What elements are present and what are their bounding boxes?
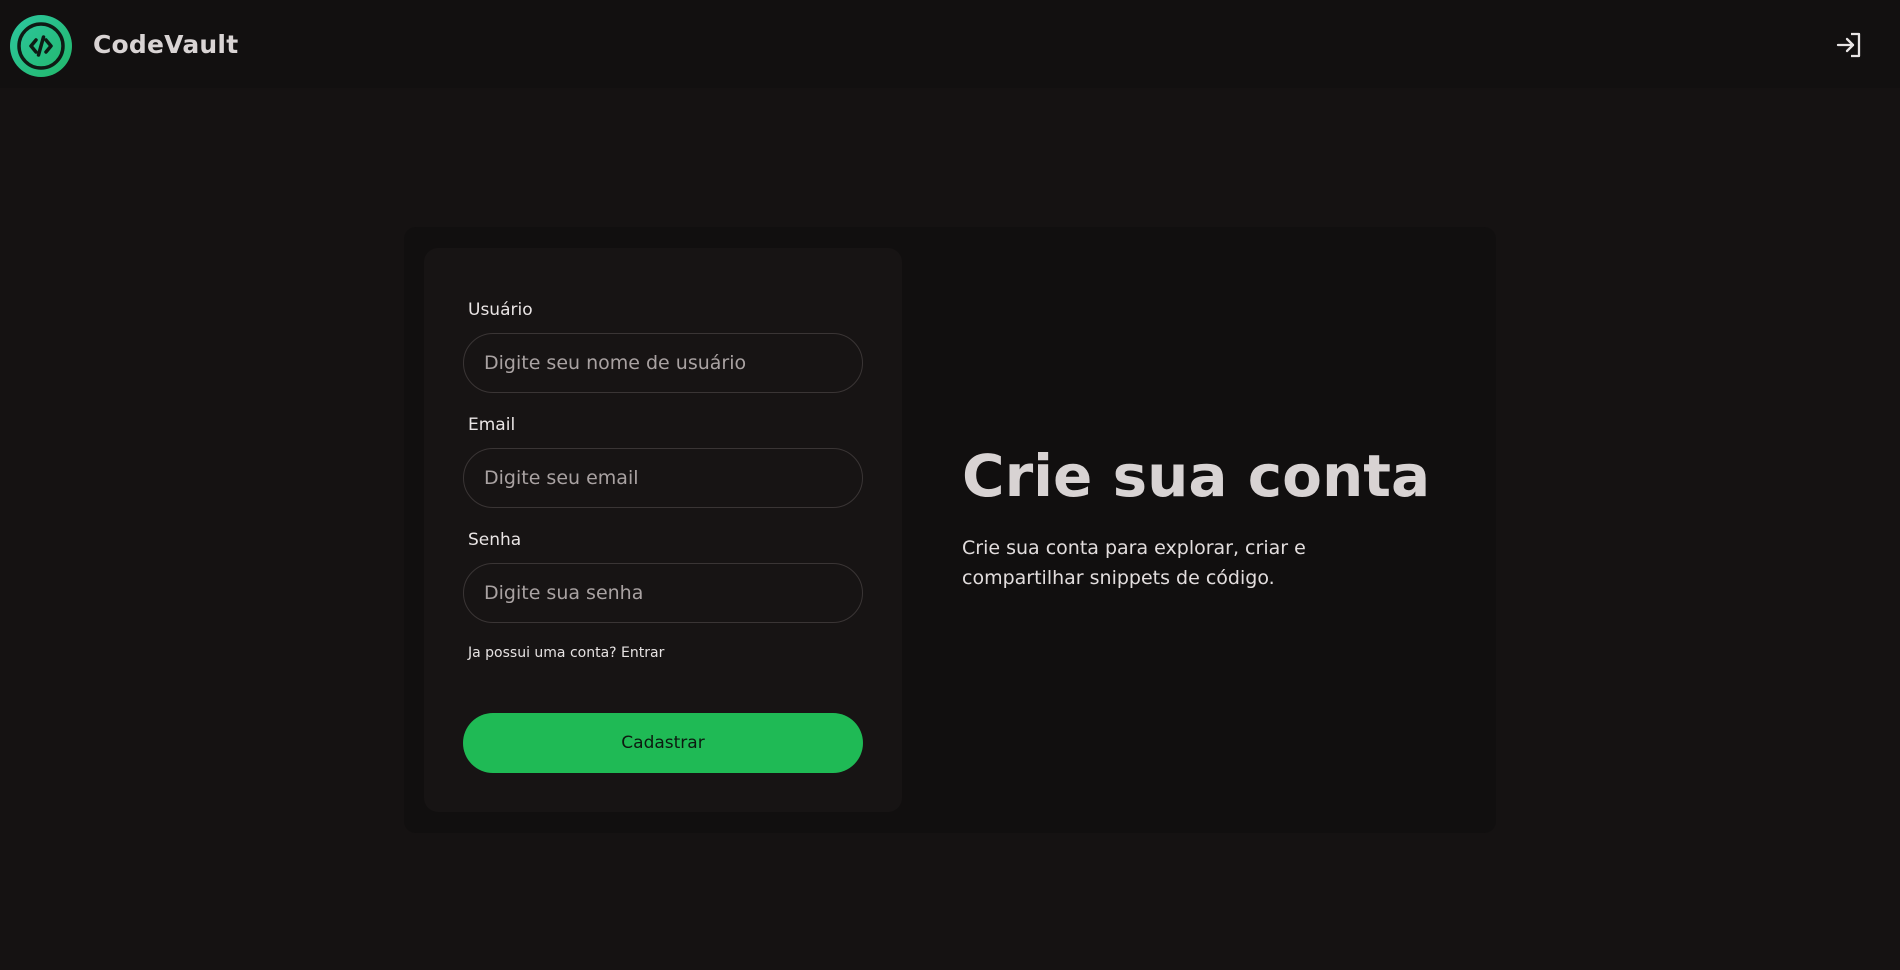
email-label: Email: [468, 415, 516, 435]
top-navbar: CodeVault: [0, 0, 1900, 88]
app-title: CodeVault: [93, 30, 239, 59]
code-brackets-icon[interactable]: [10, 15, 72, 77]
register-button[interactable]: Cadastrar: [463, 713, 863, 773]
password-input[interactable]: [463, 563, 863, 623]
login-link[interactable]: Ja possui uma conta? Entrar: [468, 645, 664, 661]
password-label: Senha: [468, 530, 522, 550]
username-label: Usuário: [468, 300, 533, 320]
page-heading: Crie sua conta: [962, 442, 1431, 510]
page-description: Crie sua conta para explorar, criar e co…: [962, 537, 1306, 589]
sign-in-icon[interactable]: [1834, 30, 1864, 60]
username-input[interactable]: [463, 333, 863, 393]
email-input[interactable]: [463, 448, 863, 508]
